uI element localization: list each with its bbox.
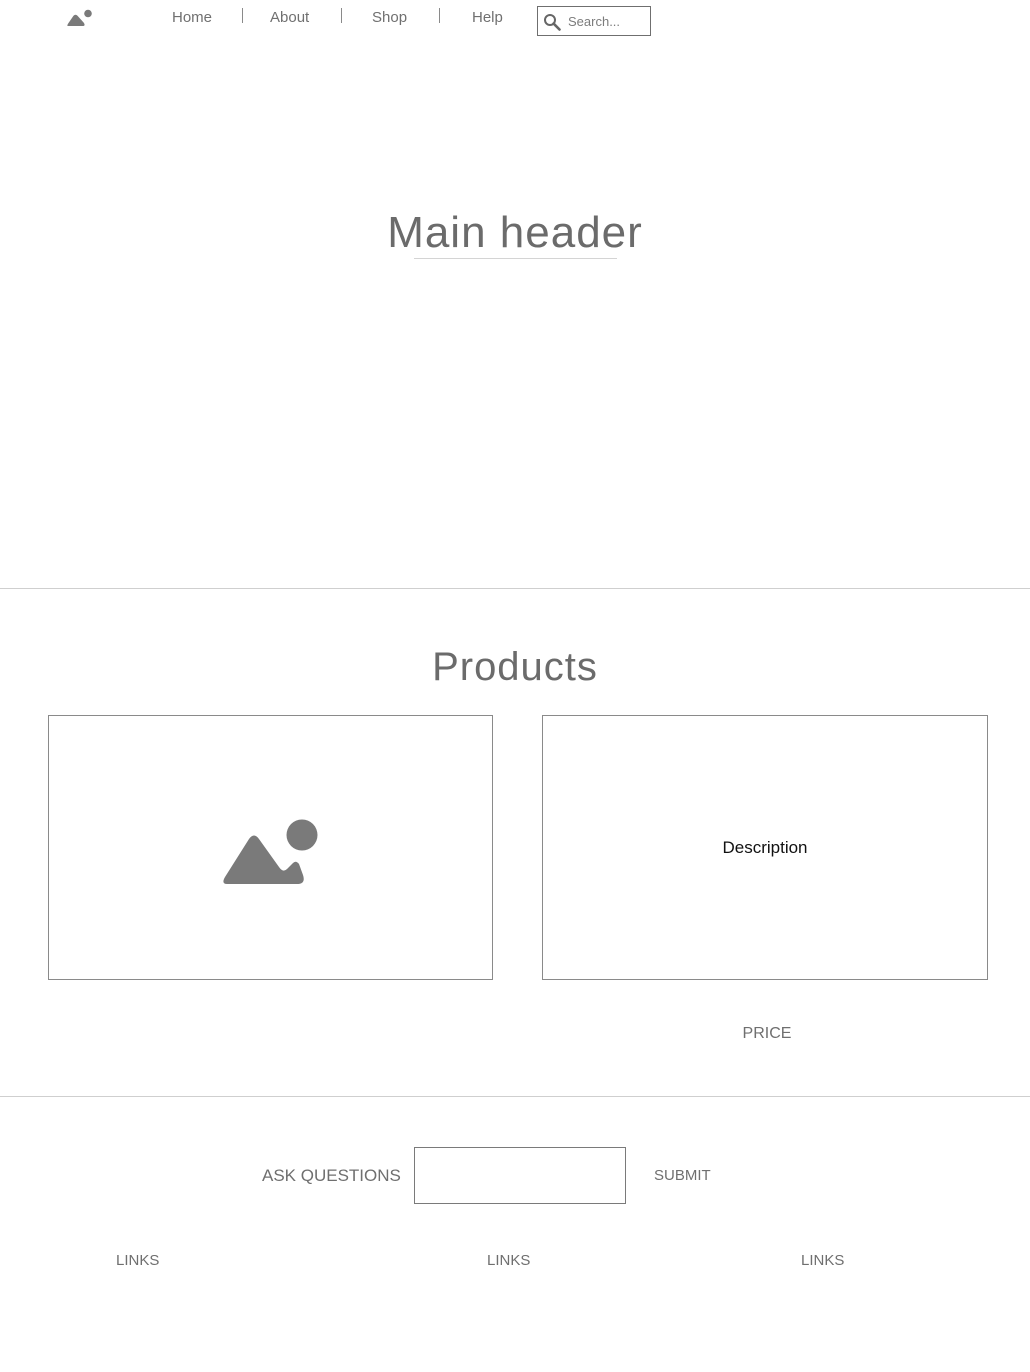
search-icon[interactable] — [543, 13, 561, 31]
product-description: Description — [722, 838, 808, 857]
section-divider — [0, 1096, 1030, 1097]
products-title: Products — [432, 645, 598, 689]
mountain-image-icon — [223, 819, 318, 884]
submit-button[interactable]: SUBMIT — [654, 1167, 711, 1184]
footer-link[interactable]: LINKS — [487, 1252, 530, 1269]
nav-link-home[interactable]: Home — [172, 9, 212, 26]
main-header: Main header — [387, 208, 643, 257]
footer-link[interactable]: LINKS — [801, 1252, 844, 1269]
nav-separator — [341, 8, 342, 23]
product-price: PRICE — [742, 1025, 792, 1042]
nav-separator — [439, 8, 440, 23]
nav-link-about[interactable]: About — [270, 9, 309, 26]
product-image-card[interactable] — [48, 715, 493, 980]
product-description-card: Description — [542, 715, 988, 980]
nav-link-help[interactable]: Help — [472, 9, 503, 26]
nav-link-shop[interactable]: Shop — [372, 9, 407, 26]
footer-link[interactable]: LINKS — [116, 1252, 159, 1269]
ask-questions-field[interactable] — [414, 1147, 626, 1204]
section-divider — [0, 588, 1030, 589]
ask-questions-input[interactable] — [415, 1148, 625, 1203]
ask-questions-label: ASK QUESTIONS — [262, 1166, 401, 1185]
nav-separator — [242, 8, 243, 23]
logo-icon[interactable] — [67, 9, 93, 27]
search-box[interactable] — [537, 6, 651, 36]
search-input[interactable] — [568, 11, 648, 31]
header-underline — [414, 258, 617, 259]
